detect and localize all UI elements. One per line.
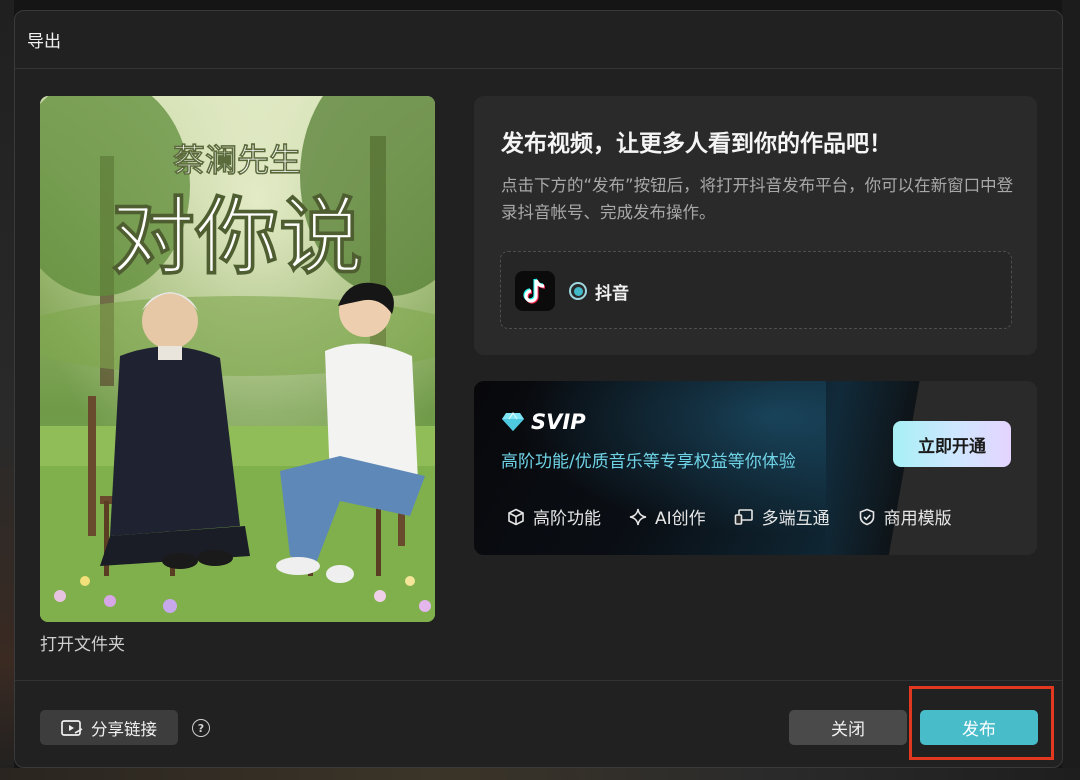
platform-radio-dot xyxy=(573,286,583,296)
background-app-bottom-edge xyxy=(0,768,1080,780)
cover-title-large: 对你说 xyxy=(111,192,363,285)
cover-title-small: 蔡澜先生 xyxy=(173,142,301,178)
publish-description: 点击下方的“发布”按钮后，将打开抖音发布平台，你可以在新窗口中登录抖音帐号、完成… xyxy=(501,176,1014,222)
svip-subtitle: 高阶功能/优质音乐等专享权益等你体验 xyxy=(501,452,796,472)
feature-commercial-template: 商用模版 xyxy=(858,504,952,529)
share-link-button[interactable]: 分享链接 xyxy=(40,710,178,745)
feature-label: 商用模版 xyxy=(883,509,952,529)
feature-multi-device: 多端互通 xyxy=(734,504,830,529)
publish-button[interactable]: 发布 xyxy=(920,710,1038,745)
export-dialog: 导出 蔡澜先生 对你说 打开文件夹 发布视频，让更多人看到你的作品吧！ 点击下方… xyxy=(14,10,1063,768)
shield-check-icon xyxy=(859,508,874,525)
close-button[interactable]: 关闭 xyxy=(789,710,907,745)
dialog-footer: 分享链接 ? 关闭 发布 xyxy=(15,680,1062,767)
feature-label: AI创作 xyxy=(655,509,706,529)
feature-label: 多端互通 xyxy=(761,509,830,529)
share-link-label: 分享链接 xyxy=(91,719,157,739)
cube-icon xyxy=(508,508,524,525)
svip-label: SVIP xyxy=(501,410,586,434)
open-svip-button[interactable]: 立即开通 xyxy=(893,421,1011,467)
dialog-title: 导出 xyxy=(27,32,61,52)
platform-radio[interactable] xyxy=(569,282,587,300)
douyin-logo-icon xyxy=(515,271,555,311)
open-folder-link[interactable]: 打开文件夹 xyxy=(40,630,125,655)
feature-ai: AI创作 xyxy=(629,504,706,529)
background-app-right-edge xyxy=(1062,0,1080,780)
background-app-left-edge xyxy=(0,0,14,780)
feature-advanced: 高阶功能 xyxy=(507,504,601,529)
publish-card: 发布视频，让更多人看到你的作品吧！ 点击下方的“发布”按钮后，将打开抖音发布平台… xyxy=(474,96,1037,355)
help-icon[interactable]: ? xyxy=(192,719,210,737)
publish-heading: 发布视频，让更多人看到你的作品吧！ xyxy=(501,131,892,157)
svip-features: 高阶功能 AI创作 多端互通 商用模版 xyxy=(507,504,980,529)
sparkle-icon xyxy=(629,508,647,525)
svip-label-text: SVIP xyxy=(531,410,586,434)
devices-icon xyxy=(734,508,753,525)
feature-label: 高阶功能 xyxy=(533,509,601,529)
diamond-icon xyxy=(502,412,524,431)
video-cover-preview: 蔡澜先生 对你说 xyxy=(40,96,435,622)
svip-card: SVIP 高阶功能/优质音乐等专享权益等你体验 立即开通 高阶功能 AI创作 多… xyxy=(474,381,1037,555)
dialog-header: 导出 xyxy=(15,11,1062,69)
platform-option-douyin[interactable]: 抖音 xyxy=(500,251,1012,329)
platform-label: 抖音 xyxy=(595,284,629,304)
share-video-icon xyxy=(61,719,83,736)
cover-illustration: 蔡澜先生 对你说 xyxy=(40,96,435,622)
